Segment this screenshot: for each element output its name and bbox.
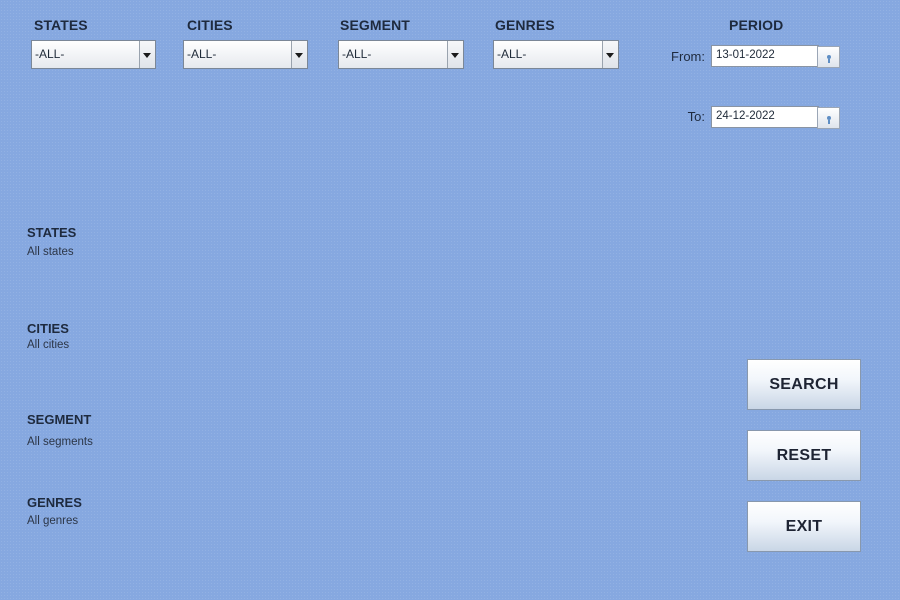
chevron-down-icon[interactable] xyxy=(139,41,155,68)
chevron-down-icon[interactable] xyxy=(291,41,307,68)
chevron-down-icon[interactable] xyxy=(602,41,618,68)
to-label: To: xyxy=(687,109,705,124)
from-date-field[interactable]: 13-01-2022 xyxy=(711,45,819,67)
segment-dropdown-value: -ALL- xyxy=(342,47,372,61)
summary-cities-value: All cities xyxy=(27,339,70,351)
genres-filter-label: GENRES xyxy=(495,17,555,33)
summary-states-title: STATES xyxy=(27,225,77,240)
states-filter-label: STATES xyxy=(34,17,88,33)
segment-dropdown[interactable]: -ALL- xyxy=(338,40,464,69)
search-button[interactable]: SEARCH xyxy=(747,359,861,410)
reset-button[interactable]: RESET xyxy=(747,430,861,481)
from-label: From: xyxy=(671,49,705,64)
summary-states-value: All states xyxy=(27,246,74,258)
cities-dropdown[interactable]: -ALL- xyxy=(183,40,308,69)
genres-dropdown-value: -ALL- xyxy=(497,47,527,61)
cities-filter-label: CITIES xyxy=(187,17,233,33)
summary-segment-title: SEGMENT xyxy=(27,412,92,427)
to-date-field[interactable]: 24-12-2022 xyxy=(711,106,819,128)
summary-segment-value: All segments xyxy=(27,436,93,448)
summary-cities-title: CITIES xyxy=(27,321,69,336)
calendar-picker-icon[interactable] xyxy=(817,107,840,129)
calendar-picker-icon[interactable] xyxy=(817,46,840,68)
cities-dropdown-value: -ALL- xyxy=(187,47,217,61)
segment-filter-label: SEGMENT xyxy=(340,17,410,33)
exit-button[interactable]: EXIT xyxy=(747,501,861,552)
states-dropdown-value: -ALL- xyxy=(35,47,65,61)
summary-genres-value: All genres xyxy=(27,515,79,527)
chevron-down-icon[interactable] xyxy=(447,41,463,68)
states-dropdown[interactable]: -ALL- xyxy=(31,40,156,69)
genres-dropdown[interactable]: -ALL- xyxy=(493,40,619,69)
summary-genres-title: GENRES xyxy=(27,495,82,510)
period-title: PERIOD xyxy=(729,17,784,33)
